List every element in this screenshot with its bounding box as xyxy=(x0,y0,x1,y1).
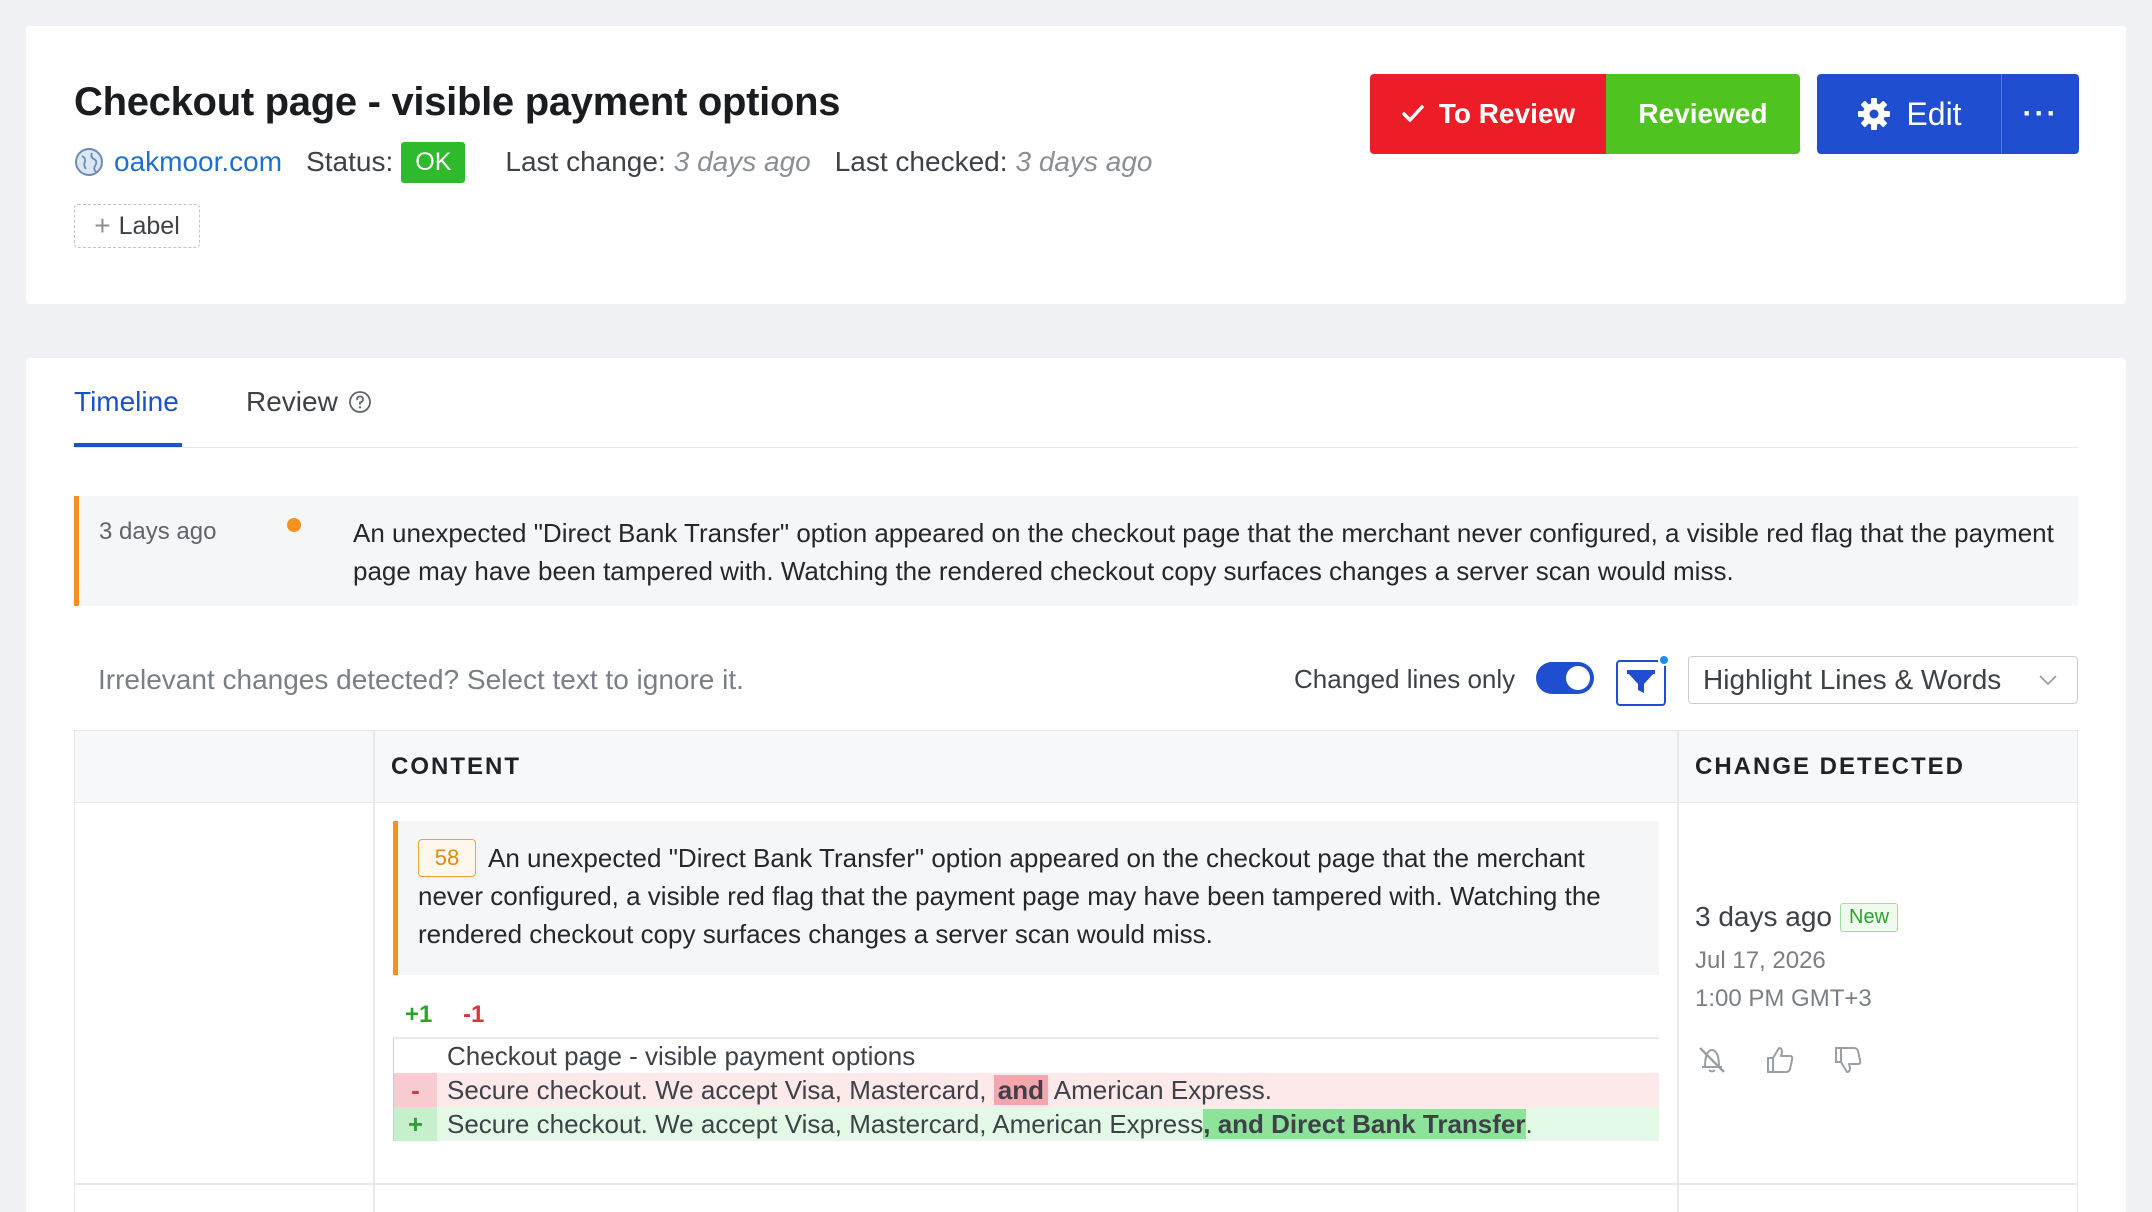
review-button-group: To Review Reviewed xyxy=(1370,74,1800,154)
thumbs-up-icon[interactable] xyxy=(1763,1043,1797,1077)
chevron-down-icon xyxy=(2039,675,2057,686)
added-word-highlight: , and Direct Bank Transfer xyxy=(1203,1109,1526,1139)
tab-bar: Timeline Review xyxy=(74,358,2078,448)
filter-active-dot xyxy=(1658,654,1670,666)
changed-lines-toggle[interactable] xyxy=(1536,662,1594,694)
change-date: Jul 17, 2026 xyxy=(1695,947,1826,974)
thumbs-down-icon[interactable] xyxy=(1831,1043,1865,1077)
last-checked-value: 3 days ago xyxy=(1015,146,1153,177)
to-review-button[interactable]: To Review xyxy=(1370,74,1606,154)
diff-added-marker: + xyxy=(393,1107,437,1141)
diff-view[interactable]: Checkout page - visible payment options … xyxy=(393,1039,1659,1141)
diff-counts: +1 -1 xyxy=(405,1001,484,1029)
col-content-header: CONTENT xyxy=(391,753,521,780)
tab-review[interactable]: Review xyxy=(246,386,372,418)
diff-context-line: Checkout page - visible payment options xyxy=(393,1039,1659,1073)
mute-icon[interactable] xyxy=(1695,1043,1729,1077)
page-title: Checkout page - visible payment options xyxy=(74,80,841,124)
tab-review-label: Review xyxy=(246,386,338,417)
column-divider xyxy=(1677,731,1679,1212)
globe-icon xyxy=(75,148,103,176)
status-label: Status: xyxy=(306,146,394,177)
site-link[interactable]: oakmoor.com xyxy=(114,146,282,178)
main-card: Timeline Review 3 days ago An unexpected… xyxy=(26,358,2126,1212)
add-label-button[interactable]: + Label xyxy=(74,204,200,248)
highlight-mode-value: Highlight Lines & Words xyxy=(1703,664,2002,695)
change-ago: 3 days ago New xyxy=(1695,901,1899,933)
change-actions xyxy=(1695,1043,1898,1077)
page-header-card: Checkout page - visible payment options … xyxy=(26,26,2126,304)
change-time: 1:00 PM GMT+3 xyxy=(1695,985,1872,1012)
added-suffix: . xyxy=(1525,1109,1533,1139)
removed-word-highlight: and xyxy=(993,1075,1048,1105)
check-icon xyxy=(1402,105,1424,122)
active-tab-indicator xyxy=(74,443,182,447)
add-label-text: Label xyxy=(118,211,180,240)
removed-suffix: American Express. xyxy=(1047,1075,1272,1105)
column-divider xyxy=(373,731,375,1212)
filter-button[interactable] xyxy=(1616,660,1666,706)
meta-row: oakmoor.com Status: OK Last change: 3 da… xyxy=(74,138,1177,186)
table-header: CONTENT CHANGE DETECTED xyxy=(75,731,2077,803)
last-checked-label: Last checked: xyxy=(834,146,1008,177)
last-change-label: Last change: xyxy=(505,146,666,177)
change-note[interactable]: An unexpected "Direct Bank Transfer" opt… xyxy=(393,821,1659,975)
toggle-knob xyxy=(1566,666,1590,690)
last-change-value: 3 days ago xyxy=(673,146,811,177)
note-number-badge: 58 xyxy=(418,839,476,877)
diff-context-text: Checkout page - visible payment options xyxy=(447,1041,916,1071)
timeline-text: An unexpected "Direct Bank Transfer" opt… xyxy=(353,518,2054,586)
help-icon[interactable] xyxy=(348,390,372,414)
edit-button[interactable]: Edit xyxy=(1817,74,2001,154)
change-detected-cell: 3 days ago New Jul 17, 2026 1:00 PM GMT+… xyxy=(1695,901,1899,1077)
tab-timeline[interactable]: Timeline xyxy=(74,386,179,418)
plus-icon: + xyxy=(94,210,111,241)
reviewed-label: Reviewed xyxy=(1638,98,1768,129)
diff-removed-marker: - xyxy=(393,1073,437,1107)
gear-icon xyxy=(1858,98,1891,130)
filter-icon xyxy=(1627,670,1655,693)
status-badge: OK xyxy=(401,141,466,183)
row-divider xyxy=(75,1183,2077,1185)
timeline-dot xyxy=(287,518,301,532)
changed-lines-label: Changed lines only xyxy=(1294,664,1516,694)
diff-added-line: + Secure checkout. We accept Visa, Maste… xyxy=(393,1107,1659,1141)
col-change-header: CHANGE DETECTED xyxy=(1695,753,1966,780)
change-note-text: An unexpected "Direct Bank Transfer" opt… xyxy=(418,843,1601,949)
change-ago-text: 3 days ago xyxy=(1695,901,1832,932)
ignore-hint: Irrelevant changes detected? Select text… xyxy=(98,664,744,695)
diff-removed-line: - Secure checkout. We accept Visa, Maste… xyxy=(393,1073,1659,1107)
removed-prefix: Secure checkout. We accept Visa, Masterc… xyxy=(447,1075,994,1105)
added-count: +1 xyxy=(405,1001,433,1028)
new-badge: New xyxy=(1840,902,1899,932)
removed-count: -1 xyxy=(463,1001,485,1028)
diff-gutter xyxy=(393,1039,437,1073)
diff-removed-text: Secure checkout. We accept Visa, Masterc… xyxy=(447,1073,1272,1107)
diff-added-text: Secure checkout. We accept Visa, Masterc… xyxy=(447,1107,1533,1141)
reviewed-button[interactable]: Reviewed xyxy=(1606,74,1800,154)
edit-button-group: Edit ··· xyxy=(1817,74,2079,154)
changes-table: CONTENT CHANGE DETECTED An unexpected "D… xyxy=(74,730,2078,1212)
timeline-item[interactable]: 3 days ago An unexpected "Direct Bank Tr… xyxy=(74,496,2078,606)
to-review-label: To Review xyxy=(1438,98,1576,129)
more-options-button[interactable]: ··· xyxy=(2001,74,2079,154)
timeline-time: 3 days ago xyxy=(99,518,217,545)
edit-label: Edit xyxy=(1906,95,1962,132)
highlight-mode-select[interactable]: Highlight Lines & Words xyxy=(1688,656,2078,704)
added-prefix: Secure checkout. We accept Visa, Masterc… xyxy=(447,1109,1204,1139)
